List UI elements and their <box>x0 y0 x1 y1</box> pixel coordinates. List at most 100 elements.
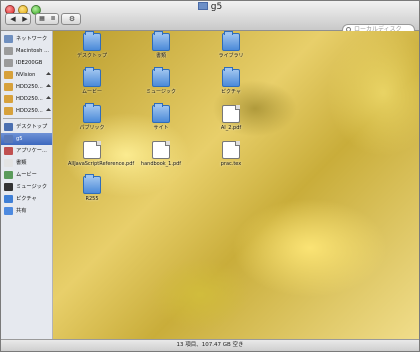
action-menu-button[interactable]: ⚙ <box>61 13 81 25</box>
globe-icon <box>4 35 13 43</box>
sidebar-item[interactable]: HDD250... <box>1 93 52 105</box>
file-name: サイト <box>153 125 169 131</box>
list-view-icon[interactable]: ≣ <box>47 14 59 24</box>
sidebar-item-label: アプリケー... <box>16 148 47 154</box>
file-name: 書類 <box>155 53 166 59</box>
sidebar-item[interactable]: ピクチャ <box>1 193 52 205</box>
folder-item[interactable]: ムービー <box>68 67 116 95</box>
drive-icon <box>4 83 13 91</box>
sidebar-item-label: HDD250... <box>16 84 43 90</box>
file-name: ムービー <box>81 89 102 95</box>
folder-item[interactable]: 書類 <box>137 31 185 59</box>
file-name: パブリック <box>79 125 105 131</box>
sidebar-item-label: ミュージック <box>16 184 48 190</box>
file-item[interactable]: handbook_1.pdf <box>137 141 185 167</box>
folder-item[interactable]: サイト <box>137 103 185 131</box>
sidebar-item[interactable]: アプリケー... <box>1 145 52 157</box>
file-item[interactable]: prac.tex <box>207 141 255 167</box>
documents-icon <box>4 159 13 167</box>
window-title-text: g5 <box>210 2 223 12</box>
documents-folder-icon <box>152 31 170 51</box>
pictures-folder-icon <box>222 67 240 87</box>
sidebar-item-label: デスクトップ <box>16 124 48 130</box>
sidebar-item[interactable]: HDD250... <box>1 105 52 117</box>
file-item[interactable]: AI_2.pdf <box>207 105 255 131</box>
file-name: ピクチャ <box>221 89 241 95</box>
sidebar-item[interactable]: ミュージック <box>1 181 52 193</box>
sidebar-item-label: HDD250... <box>16 108 43 114</box>
finder-window: g5 ◀ ▶ ▦ ≣ ⚙ ローカルディスク ネットワーク Macintosh ..… <box>0 0 420 352</box>
sidebar-item-label: IDE200GB <box>16 60 43 66</box>
drive-icon <box>4 47 13 55</box>
pictures-icon <box>4 195 13 203</box>
forward-button[interactable]: ▶ <box>18 14 32 24</box>
sidebar-item-label: ピクチャ <box>16 196 37 202</box>
pdf-file-icon <box>152 141 170 159</box>
sidebar: ネットワーク Macintosh ... IDE200GB NVision HDD250… <box>1 31 53 341</box>
pdf-file-icon <box>222 105 240 123</box>
gear-icon: ⚙ <box>68 15 76 23</box>
music-icon <box>4 183 13 191</box>
folder-item[interactable]: パブリック <box>68 103 116 131</box>
folder-item[interactable]: ピクチャ <box>207 67 255 95</box>
sidebar-item[interactable]: ムービー <box>1 169 52 181</box>
back-forward-control: ◀ ▶ <box>5 13 31 25</box>
sidebar-item[interactable]: 共有 <box>1 205 52 217</box>
folder-item[interactable]: ライブラリ <box>207 31 255 59</box>
movies-icon <box>4 171 13 179</box>
view-mode-control: ▦ ≣ <box>35 13 59 25</box>
sidebar-item[interactable]: デスクトップ <box>1 121 52 133</box>
folder-item[interactable]: R255 <box>68 174 116 202</box>
file-name: handbook_1.pdf <box>140 161 182 167</box>
shared-icon <box>4 207 13 215</box>
folder-item[interactable]: ミュージック <box>137 67 185 95</box>
sidebar-item-label: Macintosh ... <box>16 48 50 54</box>
file-name: デスクトップ <box>76 53 107 59</box>
title-bar: g5 ◀ ▶ ▦ ≣ ⚙ ローカルディスク <box>1 1 419 36</box>
sidebar-item[interactable]: g5 <box>1 133 52 145</box>
eject-icon[interactable] <box>46 108 51 111</box>
sidebar-item[interactable]: HDD250... <box>1 81 52 93</box>
movies-folder-icon <box>83 67 101 87</box>
toolbar: ◀ ▶ ▦ ≣ ⚙ ローカルディスク <box>1 13 419 36</box>
file-name: AI_2.pdf <box>220 125 242 131</box>
file-name: ライブラリ <box>218 53 244 59</box>
library-folder-icon <box>222 31 240 51</box>
sidebar-item-label: ネットワーク <box>16 36 48 42</box>
window-title: g5 <box>1 2 419 12</box>
desktop-folder-icon <box>83 31 101 51</box>
file-browser-area: デスクトップ 書類 ライブラリムービー ミュージック ピクチャパブリック サイト AI_2.… <box>53 31 419 341</box>
file-name: prac.tex <box>220 161 242 167</box>
sidebar-item[interactable]: 書類 <box>1 157 52 169</box>
music-folder-icon <box>152 67 170 87</box>
drive-icon <box>4 59 13 67</box>
folder-item[interactable]: デスクトップ <box>68 31 116 59</box>
file-name: AllJavaScriptReference.pdf <box>68 161 135 167</box>
sidebar-item[interactable]: NVision <box>1 69 52 81</box>
sidebar-item[interactable]: IDE200GB <box>1 57 52 69</box>
home-icon <box>4 135 13 143</box>
home-icon <box>197 2 208 10</box>
file-item[interactable]: AllJavaScriptReference.pdf <box>68 141 135 167</box>
drive-icon <box>4 71 13 79</box>
desktop-icon <box>4 123 13 131</box>
eject-icon[interactable] <box>46 72 51 75</box>
drive-icon <box>4 95 13 103</box>
pdf-file-icon <box>83 141 101 159</box>
file-name: R255 <box>85 196 99 202</box>
eject-icon[interactable] <box>46 84 51 87</box>
sidebar-item-label: g5 <box>16 136 23 142</box>
public-folder-icon <box>83 103 101 123</box>
sites-folder-icon <box>152 103 170 123</box>
sidebar-item[interactable]: Macintosh ... <box>1 45 52 57</box>
tex-file-icon <box>222 141 240 159</box>
sidebar-divider <box>3 118 51 119</box>
folder-icon <box>83 174 101 194</box>
sidebar-item-label: 書類 <box>16 160 27 166</box>
eject-icon[interactable] <box>46 96 51 99</box>
sidebar-item[interactable]: ネットワーク <box>1 33 52 45</box>
sidebar-item-label: HDD250... <box>16 96 43 102</box>
sidebar-item-label: NVision <box>16 72 36 78</box>
sidebar-item-label: ムービー <box>16 172 37 178</box>
file-name: ミュージック <box>146 89 176 95</box>
